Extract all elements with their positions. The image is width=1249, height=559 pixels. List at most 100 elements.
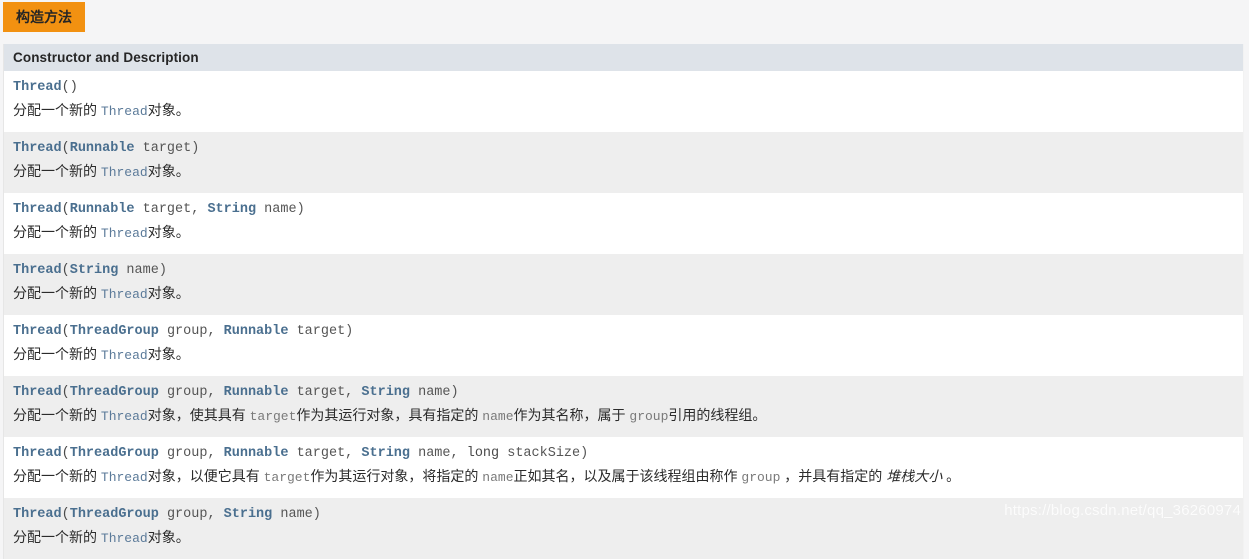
inline-code: target [263, 470, 311, 485]
constructor-description: 分配一个新的 Thread对象。 [13, 160, 1234, 184]
table-row: Thread() 分配一个新的 Thread对象。 [4, 71, 1243, 132]
signature-text: ( [61, 446, 70, 461]
description-text: 正如其名，以及属于该线程组由称作 [513, 468, 742, 484]
inline-code: target [249, 409, 297, 424]
type-link[interactable]: Thread [13, 141, 62, 156]
type-link[interactable]: Thread [13, 385, 62, 400]
tab-constructors-label: 构造方法 [16, 9, 72, 25]
signature-text: ( [61, 324, 70, 339]
description-text: 分配一个新的 [13, 285, 101, 301]
signature-text: target) [134, 141, 200, 156]
constructor-signature: Thread(String name) [13, 261, 1234, 281]
description-text: 分配一个新的 [13, 346, 101, 362]
description-text: 。 [942, 468, 961, 484]
constructor-signature: Thread() [13, 78, 1234, 98]
type-link[interactable]: ThreadGroup [70, 446, 159, 461]
type-link[interactable]: Runnable [224, 324, 289, 339]
description-text: 分配一个新的 [13, 102, 101, 118]
description-text: 分配一个新的 [13, 407, 101, 423]
constructor-description: 分配一个新的 Thread对象。 [13, 526, 1234, 550]
type-link[interactable]: String [207, 202, 256, 217]
type-link[interactable]: Runnable [70, 141, 135, 156]
description-text: 分配一个新的 [13, 529, 101, 545]
type-link[interactable]: ThreadGroup [70, 507, 159, 522]
inline-code: group [741, 470, 781, 485]
table-row: Thread(ThreadGroup group, Runnable targe… [4, 376, 1243, 437]
type-link[interactable]: Thread [101, 226, 148, 241]
type-link[interactable]: Thread [13, 446, 62, 461]
inline-code: name [482, 409, 514, 424]
tab-constructors[interactable]: 构造方法 [3, 2, 85, 32]
signature-text: long [466, 446, 500, 461]
type-link[interactable]: Thread [101, 409, 148, 424]
signature-text: stackSize) [499, 446, 589, 461]
constructor-description: 分配一个新的 Thread对象，以便它具有 target作为其运行对象，将指定的… [13, 465, 1234, 489]
constructor-description: 分配一个新的 Thread对象。 [13, 221, 1234, 245]
type-link[interactable]: String [70, 263, 119, 278]
signature-text: group, [158, 446, 224, 461]
description-text: 对象。 [147, 529, 190, 545]
type-link[interactable]: Runnable [224, 385, 289, 400]
inline-code: group [629, 409, 669, 424]
signature-text: target, [134, 202, 208, 217]
inline-code: name [482, 470, 514, 485]
type-link[interactable]: Runnable [224, 446, 289, 461]
type-link[interactable]: Thread [13, 80, 62, 95]
constructor-signature: Thread(ThreadGroup group, Runnable targe… [13, 383, 1234, 403]
type-link[interactable]: ThreadGroup [70, 385, 159, 400]
type-link[interactable]: String [361, 446, 410, 461]
constructor-summary-table: Constructor and Description Thread() 分配一个… [3, 44, 1244, 559]
constructor-signature: Thread(Runnable target) [13, 139, 1234, 159]
description-text: 对象，以便它具有 [147, 468, 264, 484]
table-row: Thread(Runnable target, String name) 分配一个… [4, 193, 1243, 254]
signature-text: name) [410, 385, 459, 400]
type-link[interactable]: Thread [101, 287, 148, 302]
signature-text: name, [410, 446, 467, 461]
constructor-signature: Thread(Runnable target, String name) [13, 200, 1234, 220]
table-header-row: Constructor and Description [4, 44, 1243, 71]
constructor-signature: Thread(ThreadGroup group, Runnable targe… [13, 322, 1234, 342]
description-text: 对象。 [147, 346, 190, 362]
description-text: 对象，使其具有 [147, 407, 250, 423]
table-row: Thread(ThreadGroup group, Runnable targe… [4, 315, 1243, 376]
type-link[interactable]: Thread [13, 202, 62, 217]
type-link[interactable]: Runnable [70, 202, 135, 217]
description-text: ，并具有指定的 [780, 468, 887, 484]
signature-text: name) [272, 507, 321, 522]
type-link[interactable]: Thread [101, 470, 148, 485]
type-link[interactable]: Thread [101, 531, 148, 546]
signature-text: ( [61, 385, 70, 400]
constructor-description: 分配一个新的 Thread对象。 [13, 343, 1234, 367]
signature-text: () [61, 80, 78, 95]
signature-text: group, [158, 385, 224, 400]
type-link[interactable]: Thread [101, 348, 148, 363]
type-link[interactable]: Thread [13, 263, 62, 278]
type-link[interactable]: Thread [101, 165, 148, 180]
signature-text: target, [288, 385, 362, 400]
type-link[interactable]: String [224, 507, 273, 522]
signature-text: ( [61, 202, 70, 217]
description-text: 引用的线程组。 [668, 407, 767, 423]
description-text: 作为其名称，属于 [513, 407, 630, 423]
type-link[interactable]: ThreadGroup [70, 324, 159, 339]
signature-text: ( [61, 263, 70, 278]
signature-text: target) [288, 324, 354, 339]
constructor-description: 分配一个新的 Thread对象。 [13, 282, 1234, 306]
tab-strip: 构造方法 [0, 0, 1249, 33]
signature-text: ( [61, 141, 70, 156]
description-text: 对象。 [147, 224, 190, 240]
signature-text: target, [288, 446, 362, 461]
emphasis-text: 堆栈大小 [886, 468, 943, 484]
type-link[interactable]: Thread [13, 324, 62, 339]
signature-text: ( [61, 507, 70, 522]
description-text: 作为其运行对象，具有指定的 [296, 407, 483, 423]
type-link[interactable]: Thread [13, 507, 62, 522]
table-row: Thread(ThreadGroup group, String name) 分配… [4, 498, 1243, 559]
signature-text: group, [158, 324, 224, 339]
description-text: 作为其运行对象，将指定的 [310, 468, 483, 484]
type-link[interactable]: String [361, 385, 410, 400]
constructor-signature: Thread(ThreadGroup group, Runnable targe… [13, 444, 1234, 464]
table-row: Thread(String name) 分配一个新的 Thread对象。 [4, 254, 1243, 315]
type-link[interactable]: Thread [101, 104, 148, 119]
constructor-description: 分配一个新的 Thread对象，使其具有 target作为其运行对象，具有指定的… [13, 404, 1234, 428]
